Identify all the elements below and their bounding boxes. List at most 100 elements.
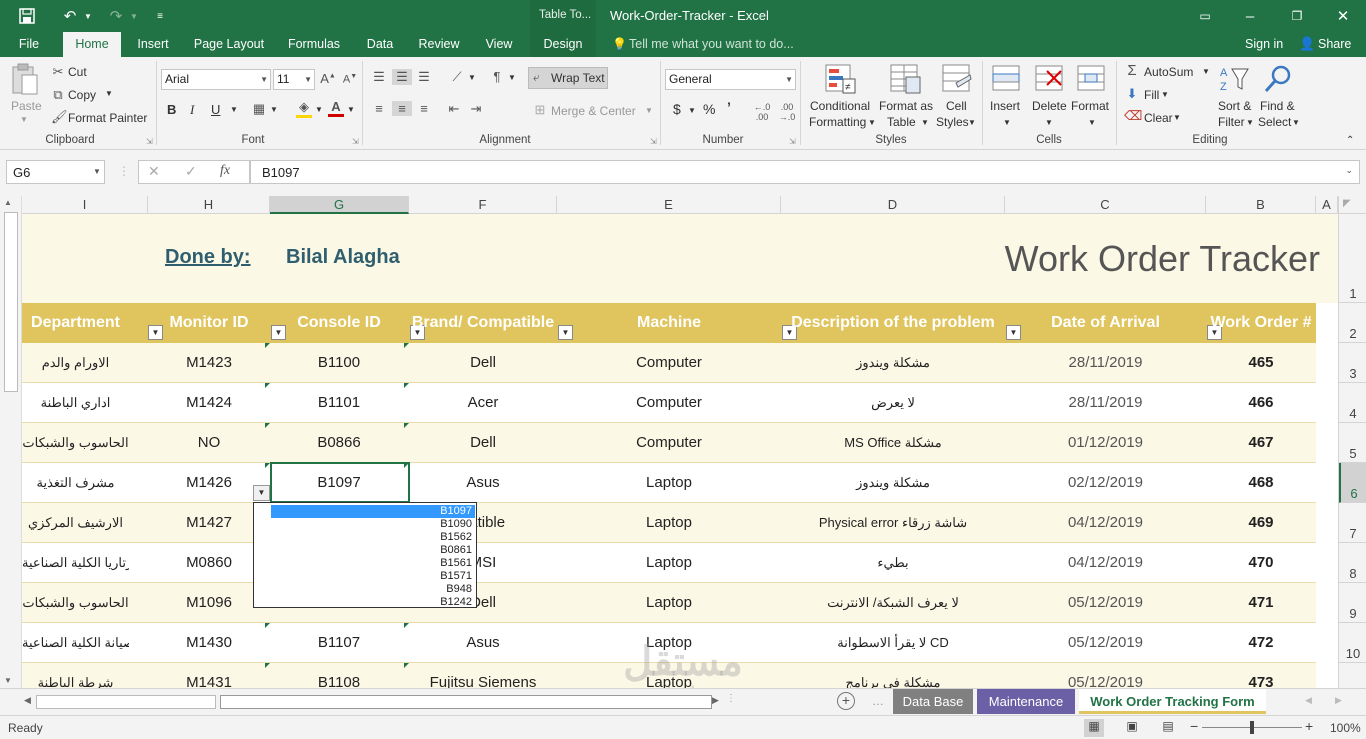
cell-description[interactable]: لا يعرض [781,383,1005,423]
tab-file[interactable]: File [10,32,48,57]
column-header-g[interactable]: G [270,196,409,214]
cell-work-order[interactable]: 466 [1206,383,1316,423]
align-middle-icon[interactable]: ☰ [392,69,412,85]
cell-machine[interactable]: Computer [557,383,781,423]
format-table-dropdown-icon[interactable]: ▼ [921,118,929,127]
conditional-formatting-button[interactable]: Conditional [810,99,870,113]
cell-console-id[interactable]: B1101 [270,383,408,423]
column-header-h[interactable]: H [148,196,270,214]
zoom-level[interactable]: 100% [1330,721,1361,735]
column-header-a[interactable]: A [1316,196,1338,214]
increase-decimal-icon[interactable]: ←.0.00 [752,102,772,122]
font-launcher-icon[interactable]: ⇲ [352,137,359,146]
restore-icon[interactable]: ❐ [1282,0,1312,32]
tabs-overflow-icon[interactable]: … [872,694,884,708]
tab-data[interactable]: Data [360,32,400,57]
cell-date[interactable]: 28/11/2019 [1005,343,1206,383]
cell-work-order[interactable]: 472 [1206,623,1316,663]
font-color-icon[interactable]: A [328,99,344,117]
number-launcher-icon[interactable]: ⇲ [789,137,796,146]
sheet-tab-work-order-tracking-form[interactable]: Work Order Tracking Form [1079,689,1266,714]
undo-dropdown-icon[interactable]: ▼ [82,0,94,32]
cell-description[interactable]: مشكلة ويندوز [781,463,1005,503]
tell-me-box[interactable]: Tell me what you want to do... [629,37,794,51]
currency-dropdown-icon[interactable]: ▼ [688,106,696,115]
validation-dropdown-button[interactable]: ▼ [253,485,270,501]
cell-date[interactable]: 01/12/2019 [1005,423,1206,463]
font-size-combo[interactable]: 11 ▼ [273,69,315,90]
share-button[interactable]: Share [1318,37,1351,51]
cell-department[interactable]: سكرتاريا الكلية الصناعية [22,543,129,583]
cell-date[interactable]: 02/12/2019 [1005,463,1206,503]
clear-button[interactable]: Clear [1144,111,1173,125]
redo-dropdown-icon[interactable]: ▼ [128,0,140,32]
underline-dropdown-icon[interactable]: ▼ [230,105,238,114]
page-break-view-icon[interactable]: ▤ [1158,719,1178,733]
cell-work-order[interactable]: 469 [1206,503,1316,543]
select-all-corner[interactable]: ◤ [1338,196,1366,214]
format-cells-button[interactable]: Format [1071,99,1109,113]
row-header-7[interactable]: 7 [1339,503,1366,543]
scroll-up-icon[interactable]: ▲ [4,198,12,207]
align-right-icon[interactable]: ≡ [415,101,433,116]
dropdown-option[interactable]: B1242 [271,596,475,609]
tab-view[interactable]: View [478,32,520,57]
cell-monitor-id[interactable]: M1096 [148,583,270,623]
delete-dropdown-icon[interactable]: ▼ [1045,118,1053,127]
merge-center-button[interactable]: Merge & Center [551,104,636,118]
row-header-1[interactable]: 1 [1339,214,1366,303]
cell-description[interactable]: مشكلة في برنامج [781,663,1005,688]
cell-work-order[interactable]: 470 [1206,543,1316,583]
sheet-tab-maintenance[interactable]: Maintenance [977,689,1075,714]
cell-description[interactable]: لا يعرف الشبكة/ الانترنت [781,583,1005,623]
cell-machine[interactable]: Computer [557,343,781,383]
cell-date[interactable]: 04/12/2019 [1005,543,1206,583]
split-handle-icon[interactable]: ⋮ [726,693,736,704]
rtl-direction-icon[interactable]: ¶ [488,69,506,84]
column-header-c[interactable]: C [1005,196,1206,214]
sort-dropdown-icon[interactable]: ▼ [1246,118,1254,127]
tab-insert[interactable]: Insert [130,32,176,57]
alignment-launcher-icon[interactable]: ⇲ [650,137,657,146]
cell-monitor-id[interactable]: M1431 [148,663,270,688]
cell-brand[interactable]: Dell [409,423,557,463]
cell-date[interactable]: 05/12/2019 [1005,663,1206,688]
tab-review[interactable]: Review [414,32,464,57]
validation-dropdown-list[interactable]: B1097 B1090 B1562 B0861 B1561 B1571 B948 B1242 [253,502,477,608]
zoom-out-icon[interactable]: − [1190,718,1198,734]
name-box[interactable]: G6 ▼ [6,160,105,184]
cell-department[interactable]: الحاسوب والشبكات [22,583,129,623]
vertical-scrollbar[interactable]: ▲ ▼ [0,196,22,688]
close-icon[interactable]: ✕ [1328,0,1358,32]
borders-dropdown-icon[interactable]: ▼ [270,105,278,114]
clipboard-launcher-icon[interactable]: ⇲ [146,137,153,146]
cell-monitor-id[interactable]: NO [148,423,270,463]
page-layout-view-icon[interactable]: ▣ [1122,719,1142,733]
sheet-tab-data-base[interactable]: Data Base [893,689,973,714]
row-header-2[interactable]: 2 [1339,303,1366,343]
expand-formula-icon[interactable]: ⌄ [1345,165,1353,176]
column-header-b[interactable]: B [1206,196,1316,214]
zoom-in-icon[interactable]: + [1305,718,1313,734]
copy-button[interactable]: Copy [68,88,96,102]
normal-view-icon[interactable]: ▦ [1084,719,1104,737]
cell-console-id[interactable]: B1108 [270,663,408,688]
hscroll-right-icon[interactable]: ▶ [712,695,719,706]
tab-home[interactable]: Home [63,32,121,57]
hscroll-thumb[interactable] [220,695,712,709]
new-sheet-icon[interactable]: + [837,692,855,710]
delete-cells-button[interactable]: Delete [1032,99,1067,113]
active-cell-g6[interactable] [270,462,410,503]
cell-department[interactable]: الارشيف المركزي [22,503,129,543]
cell-styles-button[interactable]: Cell [946,99,967,113]
fill-dropdown-icon[interactable]: ▼ [1161,90,1169,99]
cell-brand[interactable]: Fujitsu Siemens [409,663,557,688]
cell-monitor-id[interactable]: M1426 [148,463,270,503]
column-header-f[interactable]: F [409,196,557,214]
cell-machine[interactable]: Laptop [557,583,781,623]
cell-machine[interactable]: Laptop [557,503,781,543]
cell-date[interactable]: 05/12/2019 [1005,623,1206,663]
clear-dropdown-icon[interactable]: ▼ [1173,113,1181,122]
zoom-slider-thumb[interactable] [1250,721,1254,734]
sort-filter-button[interactable]: Sort & [1218,99,1251,113]
